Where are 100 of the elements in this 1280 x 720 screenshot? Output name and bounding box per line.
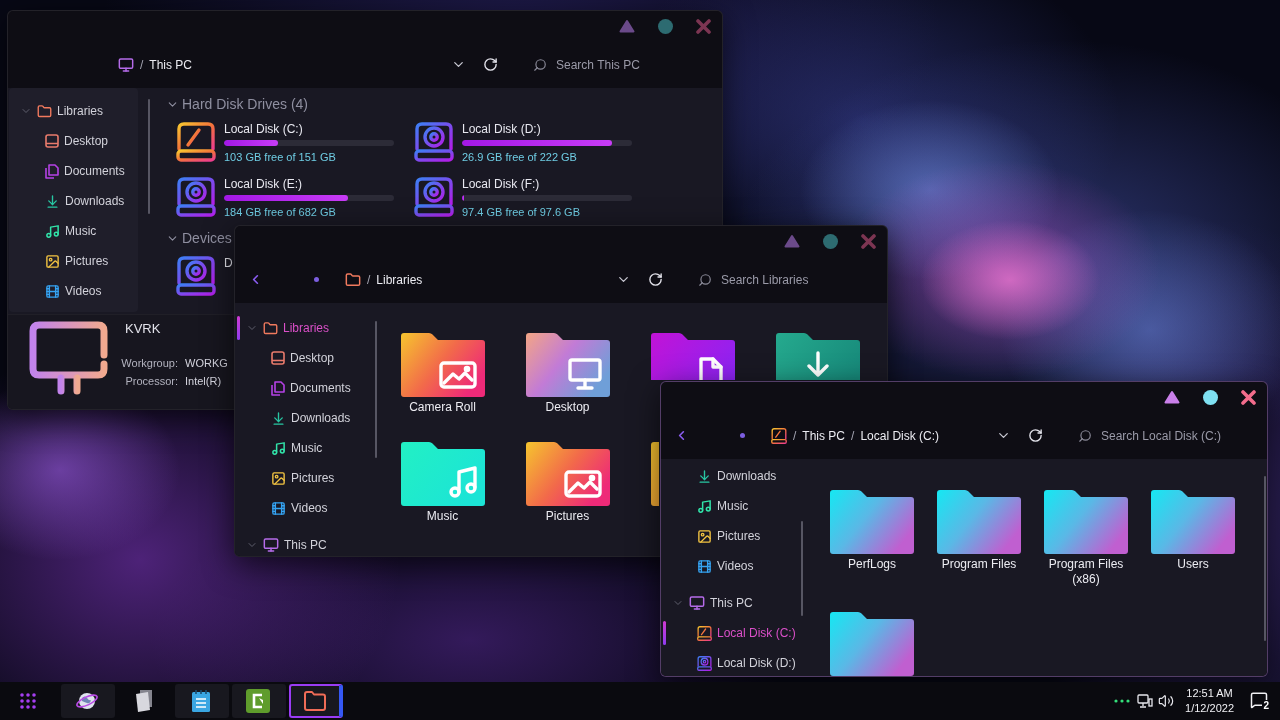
folder-icon [400, 442, 485, 506]
disc-drive-icon[interactable] [414, 122, 454, 162]
folder-item[interactable] [775, 333, 860, 380]
sidebar-item[interactable]: Local Disk (D:) [661, 648, 801, 676]
folder-icon [775, 333, 860, 380]
folder-item[interactable] [650, 442, 659, 506]
scrollbar-thumb[interactable] [148, 99, 150, 214]
folder-item[interactable]: Desktop [525, 333, 610, 415]
section-header[interactable]: Hard Disk Drives (4) [166, 94, 308, 114]
taskbar-app-button[interactable] [232, 684, 286, 718]
search-icon [698, 272, 712, 287]
refresh-button[interactable] [1028, 428, 1043, 443]
sidebar-item[interactable]: Local Disk (C:) [661, 618, 801, 648]
folder-item[interactable]: Users [1151, 490, 1235, 572]
folder-item[interactable]: Camera Roll [400, 333, 485, 415]
drive-icon [697, 625, 712, 641]
sidebar-item[interactable]: Desktop [235, 343, 375, 373]
sidebar-item[interactable]: Music [235, 433, 375, 463]
bracket-app-icon [246, 689, 270, 713]
sidebar-item[interactable]: Music [9, 216, 138, 246]
detail-value: Intel(R) [185, 374, 223, 389]
clock-time[interactable]: 12:51 AM [1186, 686, 1233, 701]
folder-item[interactable]: Program Files [937, 490, 1021, 572]
folder-item[interactable]: Pictures [525, 442, 610, 524]
close-button[interactable] [1240, 389, 1256, 405]
sidebar-item[interactable]: Documents [9, 156, 138, 186]
image-icon [697, 528, 712, 544]
folder-icon [1151, 490, 1235, 554]
folder-icon [830, 490, 914, 554]
documents-icon [45, 163, 59, 179]
sidebar-item[interactable]: Downloads [235, 403, 375, 433]
sidebar-item[interactable]: Pictures [9, 246, 138, 276]
folder-item[interactable]: Program Files (x86) [1040, 490, 1132, 587]
sidebar-item[interactable]: This PC [661, 588, 801, 618]
refresh-button[interactable] [483, 57, 498, 72]
image-icon [271, 470, 286, 486]
image-icon [45, 253, 60, 269]
search-field[interactable]: Search Local Disk (C:) [1101, 425, 1251, 446]
network-icon[interactable] [1137, 693, 1154, 709]
breadcrumb-separator: / [140, 57, 144, 72]
music-note-icon [271, 440, 286, 456]
download-icon [271, 410, 286, 426]
sidebar-item[interactable]: Documents [235, 373, 375, 403]
maximize-button[interactable] [1202, 389, 1218, 405]
volume-icon[interactable] [1158, 693, 1175, 709]
clock-date[interactable]: 1/12/2022 [1185, 701, 1234, 716]
monitor-icon [118, 56, 134, 73]
refresh-icon [648, 272, 663, 287]
breadcrumb-separator: / [367, 272, 371, 287]
folder-item[interactable]: Music [400, 442, 485, 524]
search-field[interactable]: Search This PC [556, 54, 706, 75]
folder-item[interactable] [650, 333, 735, 380]
sidebar-item[interactable]: Pictures [235, 463, 375, 493]
taskbar-app-button[interactable] [61, 684, 115, 718]
folder-item[interactable]: PerfLogs [830, 490, 914, 572]
disc-drive-icon[interactable] [176, 177, 216, 217]
sidebar-item[interactable]: Videos [235, 493, 375, 523]
taskbar-app-button[interactable] [175, 684, 229, 718]
drive-icon[interactable] [176, 122, 216, 162]
refresh-button[interactable] [648, 272, 663, 287]
more-dots-icon[interactable] [1114, 699, 1131, 703]
breadcrumb-item[interactable]: Libraries [376, 272, 423, 287]
sidebar-item[interactable]: Downloads [9, 186, 138, 216]
sidebar-item[interactable]: Music [661, 491, 801, 521]
breadcrumb-item[interactable]: This PC [802, 428, 846, 443]
folder-icon [37, 103, 52, 119]
free-space-text: 26.9 GB free of 222 GB [462, 150, 577, 164]
section-header[interactable]: Devices [166, 228, 232, 248]
disc-drive-icon[interactable] [176, 256, 216, 296]
sidebar-item[interactable]: Libraries [235, 313, 375, 343]
scrollbar-thumb[interactable] [1264, 476, 1266, 641]
scrollbar-thumb[interactable] [375, 321, 377, 458]
taskbar-app-button[interactable] [289, 684, 343, 718]
notification-button[interactable]: 2 [1250, 691, 1270, 711]
scrollbar-thumb[interactable] [801, 521, 803, 616]
drive-label: Local Disk (E:) [224, 177, 303, 191]
search-field[interactable]: Search Libraries [721, 269, 871, 290]
sidebar-item[interactable]: This PC [235, 530, 375, 556]
folder-icon [525, 442, 610, 506]
screen-icon [45, 134, 59, 148]
files-icon [134, 689, 154, 713]
folder-icon [303, 690, 327, 712]
sidebar-item[interactable]: Libraries [9, 96, 138, 126]
folder-icon [1044, 490, 1128, 554]
detail-label: Workgroup: [120, 356, 178, 371]
film-icon [271, 500, 286, 516]
minimize-button[interactable] [1164, 389, 1180, 405]
music-note-icon [697, 498, 712, 514]
breadcrumb-item[interactable]: This PC [149, 57, 193, 72]
sidebar-item[interactable]: Downloads [661, 461, 801, 491]
breadcrumb-item[interactable]: Local Disk (C:) [860, 428, 940, 443]
sidebar-item[interactable]: Videos [9, 276, 138, 306]
grid-dots-icon [20, 693, 36, 709]
disc-drive-icon[interactable] [414, 177, 454, 217]
sidebar-item[interactable]: Desktop [9, 126, 138, 156]
circle-icon [1202, 389, 1218, 405]
sidebar-item[interactable]: Pictures [661, 521, 801, 551]
sidebar-item[interactable]: Videos [661, 551, 801, 581]
folder-item[interactable] [830, 612, 914, 676]
triangle-icon [619, 19, 635, 33]
